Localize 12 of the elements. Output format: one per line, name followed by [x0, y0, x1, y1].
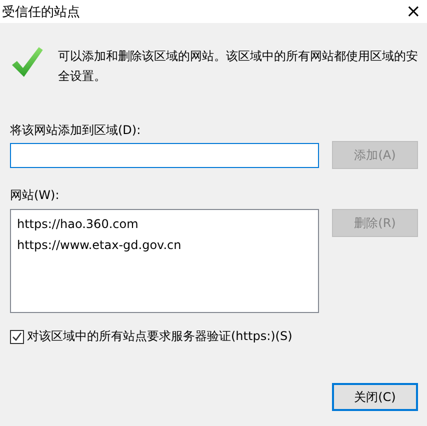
websites-label: 网站(W):: [10, 187, 60, 203]
https-checkbox[interactable]: [10, 330, 24, 344]
description-text: 可以添加和删除该区域的网站。该区域中的所有网站都使用区域的安全设置。: [58, 48, 418, 85]
add-field-label: 将该网站添加到区域(D):: [10, 122, 142, 138]
website-list-item[interactable]: https://hao.360.com: [17, 214, 312, 235]
https-checkbox-label: 对该区域中的所有站点要求服务器验证(https:)(S): [27, 328, 292, 345]
checkmark-icon: [10, 45, 44, 79]
website-input-field[interactable]: [10, 143, 319, 168]
close-dialog-button[interactable]: 关闭(C): [332, 383, 418, 411]
close-button[interactable]: ×: [406, 2, 421, 20]
window-title: 受信任的站点: [2, 4, 80, 20]
website-list-item[interactable]: https://www.etax-gd.gov.cn: [17, 235, 312, 256]
